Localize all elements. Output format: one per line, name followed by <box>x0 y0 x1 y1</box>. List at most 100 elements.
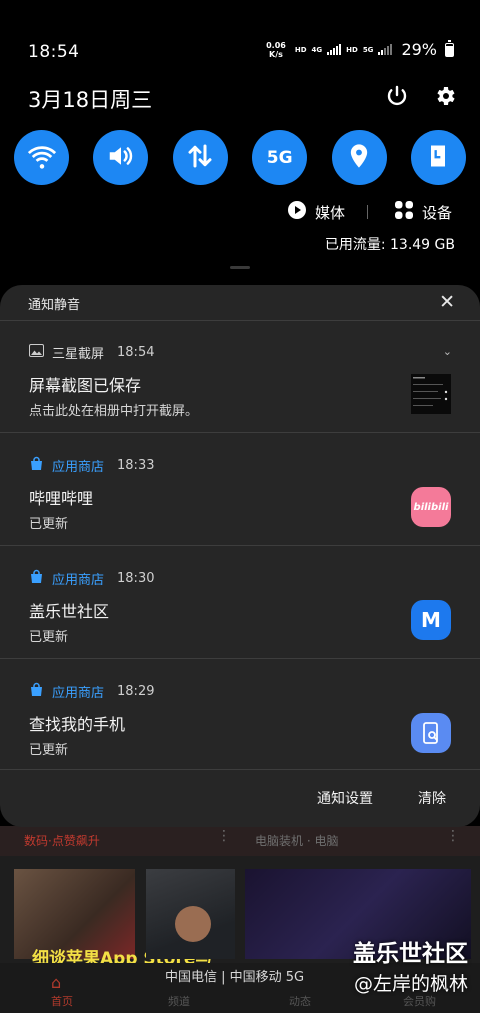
date-label: 3月18日周三 <box>28 88 153 112</box>
quick-settings-tiles: 5G <box>14 130 466 185</box>
network-type-1: 4G <box>311 45 323 54</box>
data-transfer-icon <box>185 141 215 175</box>
background-tag-1: 数码·点赞飙升 <box>24 834 100 848</box>
media-label: 媒体 <box>314 203 345 222</box>
watermark-title: 盖乐世社区 <box>353 941 468 967</box>
divider <box>366 205 368 219</box>
notification-title: 屏幕截图已保存 <box>29 376 142 395</box>
divider <box>0 545 480 546</box>
notification-text: 已更新 <box>29 517 69 532</box>
panel-actions: 通知设置 清除 <box>317 788 446 808</box>
network-speed: 0.06 K/s <box>266 41 286 59</box>
notification-text: 已更新 <box>29 630 69 645</box>
devices-button[interactable]: 设备 <box>394 200 452 224</box>
bilibili-logo-text: bilibili <box>413 501 449 513</box>
watermark-subtitle: @左岸的枫林 <box>353 973 468 995</box>
notification-panel: 通知静音 ✕ 三星截屏 18:54 ⌄ 屏幕截图已保存 点击此处在相册中打开截屏… <box>0 285 480 827</box>
carrier-label: 中国电信 | 中国移动 5G <box>165 970 305 985</box>
5g-toggle[interactable]: 5G <box>252 130 308 185</box>
members-app-icon: M <box>411 600 451 640</box>
battery-icon <box>445 39 454 57</box>
play-icon <box>287 200 307 224</box>
notification-time: 18:30 <box>117 571 155 586</box>
image-icon <box>29 344 44 361</box>
signal-strength-icon-2 <box>378 44 393 55</box>
notification-meta: 应用商店 18:29 <box>29 682 154 701</box>
wifi-icon <box>27 141 57 175</box>
status-bar: 18:54 0.06 K/s HD 4G HD 5G 29% <box>0 0 480 72</box>
store-bag-icon <box>29 569 44 588</box>
location-toggle[interactable] <box>331 130 387 185</box>
mobile-data-toggle[interactable] <box>172 130 228 185</box>
notification-app: 三星截屏 <box>52 347 105 362</box>
notification-app: 应用商店 <box>52 573 105 588</box>
background-app: 数码·点赞飙升 ⋮ 电脑装机 · 电脑 ⋮ 细谈苹果App Store与 ⌂ 首… <box>0 826 480 1013</box>
wifi-toggle[interactable] <box>14 130 69 185</box>
notification-time: 18:33 <box>117 458 155 473</box>
notification-app: 应用商店 <box>52 460 105 475</box>
notification-meta: 应用商店 18:30 <box>29 569 154 588</box>
store-bag-icon <box>29 456 44 475</box>
hd-indicator-2: HD <box>346 45 358 54</box>
divider <box>0 769 480 770</box>
notification-text: 已更新 <box>29 743 69 758</box>
network-speed-value: 0.06 <box>266 40 286 50</box>
more-dots-icon-2: ⋮ <box>446 828 460 844</box>
chevron-down-icon[interactable]: ⌄ <box>443 345 452 358</box>
notification-meta: 应用商店 18:33 <box>29 456 154 475</box>
data-usage-text: 已用流量: 13.49 GB <box>324 237 455 253</box>
notification-title: 查找我的手机 <box>29 715 126 734</box>
screenshot-thumbnail <box>411 374 451 414</box>
notification-meta: 三星截屏 18:54 <box>29 343 154 362</box>
portrait-lock-toggle[interactable] <box>410 130 466 185</box>
drag-handle[interactable] <box>230 266 250 269</box>
notification-members[interactable]: 应用商店 18:30 盖乐世社区 已更新 M <box>0 547 480 659</box>
devices-grid-icon <box>394 200 414 224</box>
background-tag-2: 电脑装机 · 电脑 <box>255 834 339 848</box>
notification-time: 18:54 <box>117 345 155 360</box>
network-speed-unit: K/s <box>269 49 283 59</box>
network-type-2: 5G <box>362 45 374 54</box>
notification-text: 点击此处在相册中打开截屏。 <box>29 404 199 419</box>
more-dots-icon: ⋮ <box>217 828 231 844</box>
divider <box>0 658 480 659</box>
panel-header: 通知静音 ✕ <box>0 285 480 321</box>
hd-indicator-1: HD <box>294 45 307 54</box>
sound-toggle[interactable] <box>93 130 149 185</box>
notification-app: 应用商店 <box>52 686 105 701</box>
battery-percent: 29% <box>401 40 437 59</box>
notification-title: 哔哩哔哩 <box>29 489 94 508</box>
notification-settings-button[interactable]: 通知设置 <box>317 788 373 808</box>
store-bag-icon <box>29 682 44 701</box>
clear-button[interactable]: 清除 <box>418 788 446 808</box>
divider <box>0 432 480 433</box>
5g-label: 5G <box>266 147 293 168</box>
devices-label: 设备 <box>421 203 452 222</box>
nav-home: 首页 <box>51 995 73 1008</box>
signal-strength-icon <box>327 44 342 55</box>
notification-time: 18:29 <box>117 684 155 699</box>
gear-icon[interactable] <box>431 82 459 110</box>
find-phone-search-icon <box>423 722 438 744</box>
nav-channel: 频道 <box>168 995 190 1008</box>
home-icon: ⌂ <box>51 973 62 992</box>
notification-find-my-mobile[interactable]: 应用商店 18:29 查找我的手机 已更新 <box>0 660 480 772</box>
volume-icon <box>106 141 136 175</box>
power-icon[interactable] <box>383 82 411 110</box>
portrait-lock-icon <box>424 142 452 174</box>
notification-title: 盖乐世社区 <box>29 602 110 621</box>
media-devices-row: 媒体 设备 <box>287 200 452 224</box>
media-button[interactable]: 媒体 <box>287 200 345 224</box>
location-pin-icon <box>345 142 373 174</box>
notification-screenshot[interactable]: 三星截屏 18:54 ⌄ 屏幕截图已保存 点击此处在相册中打开截屏。 <box>0 321 480 433</box>
thumbnail-face <box>175 906 211 942</box>
status-icons: 0.06 K/s HD 4G HD 5G 29% <box>266 39 454 59</box>
members-logo-text: M <box>421 608 441 632</box>
status-time: 18:54 <box>28 42 80 62</box>
bilibili-app-icon: bilibili <box>411 487 451 527</box>
close-icon[interactable]: ✕ <box>439 291 455 313</box>
find-my-mobile-app-icon <box>411 713 451 753</box>
nav-feed: 动态 <box>289 995 311 1008</box>
panel-title: 通知静音 <box>28 298 81 313</box>
notification-bilibili[interactable]: 应用商店 18:33 哔哩哔哩 已更新 bilibili <box>0 434 480 546</box>
